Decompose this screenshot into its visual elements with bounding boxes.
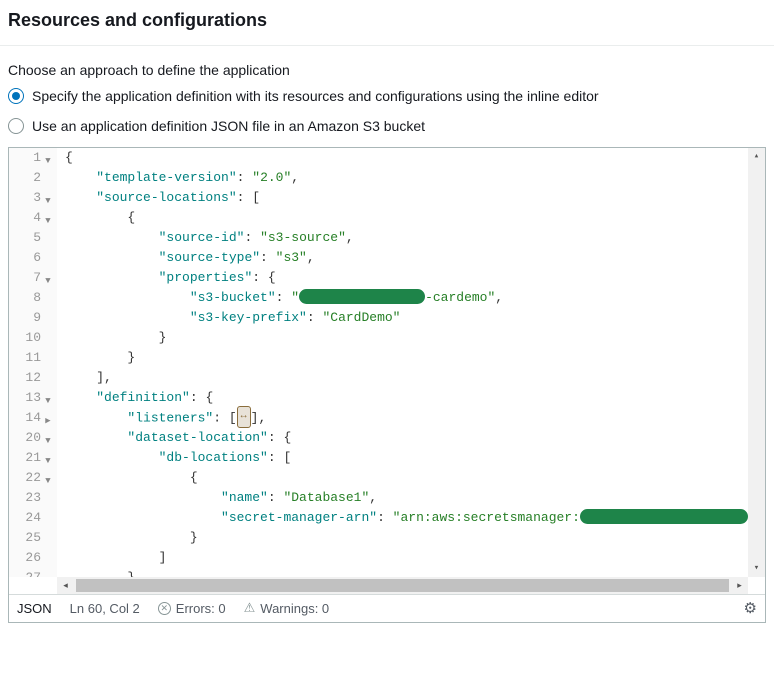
status-warnings-label: Warnings: 0 [260, 601, 329, 616]
radio-option-s3[interactable]: Use an application definition JSON file … [8, 116, 766, 136]
status-warnings[interactable]: ⚠ Warnings: 0 [244, 600, 330, 616]
section-header: Resources and configurations [0, 0, 774, 46]
status-errors[interactable]: ✕ Errors: 0 [158, 601, 226, 616]
radio-icon [8, 88, 24, 104]
editor-gutter: 1▼23▼4▼567▼8910111213▼14▶20▼21▼22▼232425… [9, 148, 57, 577]
scroll-left-icon[interactable]: ◂ [57, 577, 74, 594]
radio-icon [8, 118, 24, 134]
horizontal-scrollbar[interactable]: ◂ ▸ [57, 577, 748, 594]
scroll-down-icon[interactable]: ▾ [748, 560, 765, 577]
editor-status-bar: JSON Ln 60, Col 2 ✕ Errors: 0 ⚠ Warnings… [9, 594, 765, 622]
scroll-up-icon[interactable]: ▴ [748, 148, 765, 165]
status-errors-label: Errors: 0 [176, 601, 226, 616]
warning-icon: ⚠ [244, 600, 256, 616]
code-editor[interactable]: 1▼23▼4▼567▼8910111213▼14▶20▼21▼22▼232425… [8, 147, 766, 623]
radio-option-inline[interactable]: Specify the application definition with … [8, 86, 766, 106]
vertical-scrollbar[interactable]: ▴ ▾ [748, 148, 765, 577]
radio-label-inline: Specify the application definition with … [32, 86, 599, 106]
scroll-right-icon[interactable]: ▸ [731, 577, 748, 594]
scrollbar-thumb[interactable] [76, 579, 729, 592]
editor-code-area[interactable]: { "template-version": "2.0", "source-loc… [57, 148, 748, 577]
prompt-text: Choose an approach to define the applica… [8, 62, 766, 78]
page-title: Resources and configurations [8, 10, 766, 31]
gear-icon[interactable]: ⚙ [744, 599, 757, 617]
error-icon: ✕ [158, 602, 171, 615]
radio-label-s3: Use an application definition JSON file … [32, 116, 425, 136]
form-area: Choose an approach to define the applica… [0, 46, 774, 137]
status-cursor: Ln 60, Col 2 [70, 601, 140, 616]
status-language: JSON [17, 601, 52, 616]
